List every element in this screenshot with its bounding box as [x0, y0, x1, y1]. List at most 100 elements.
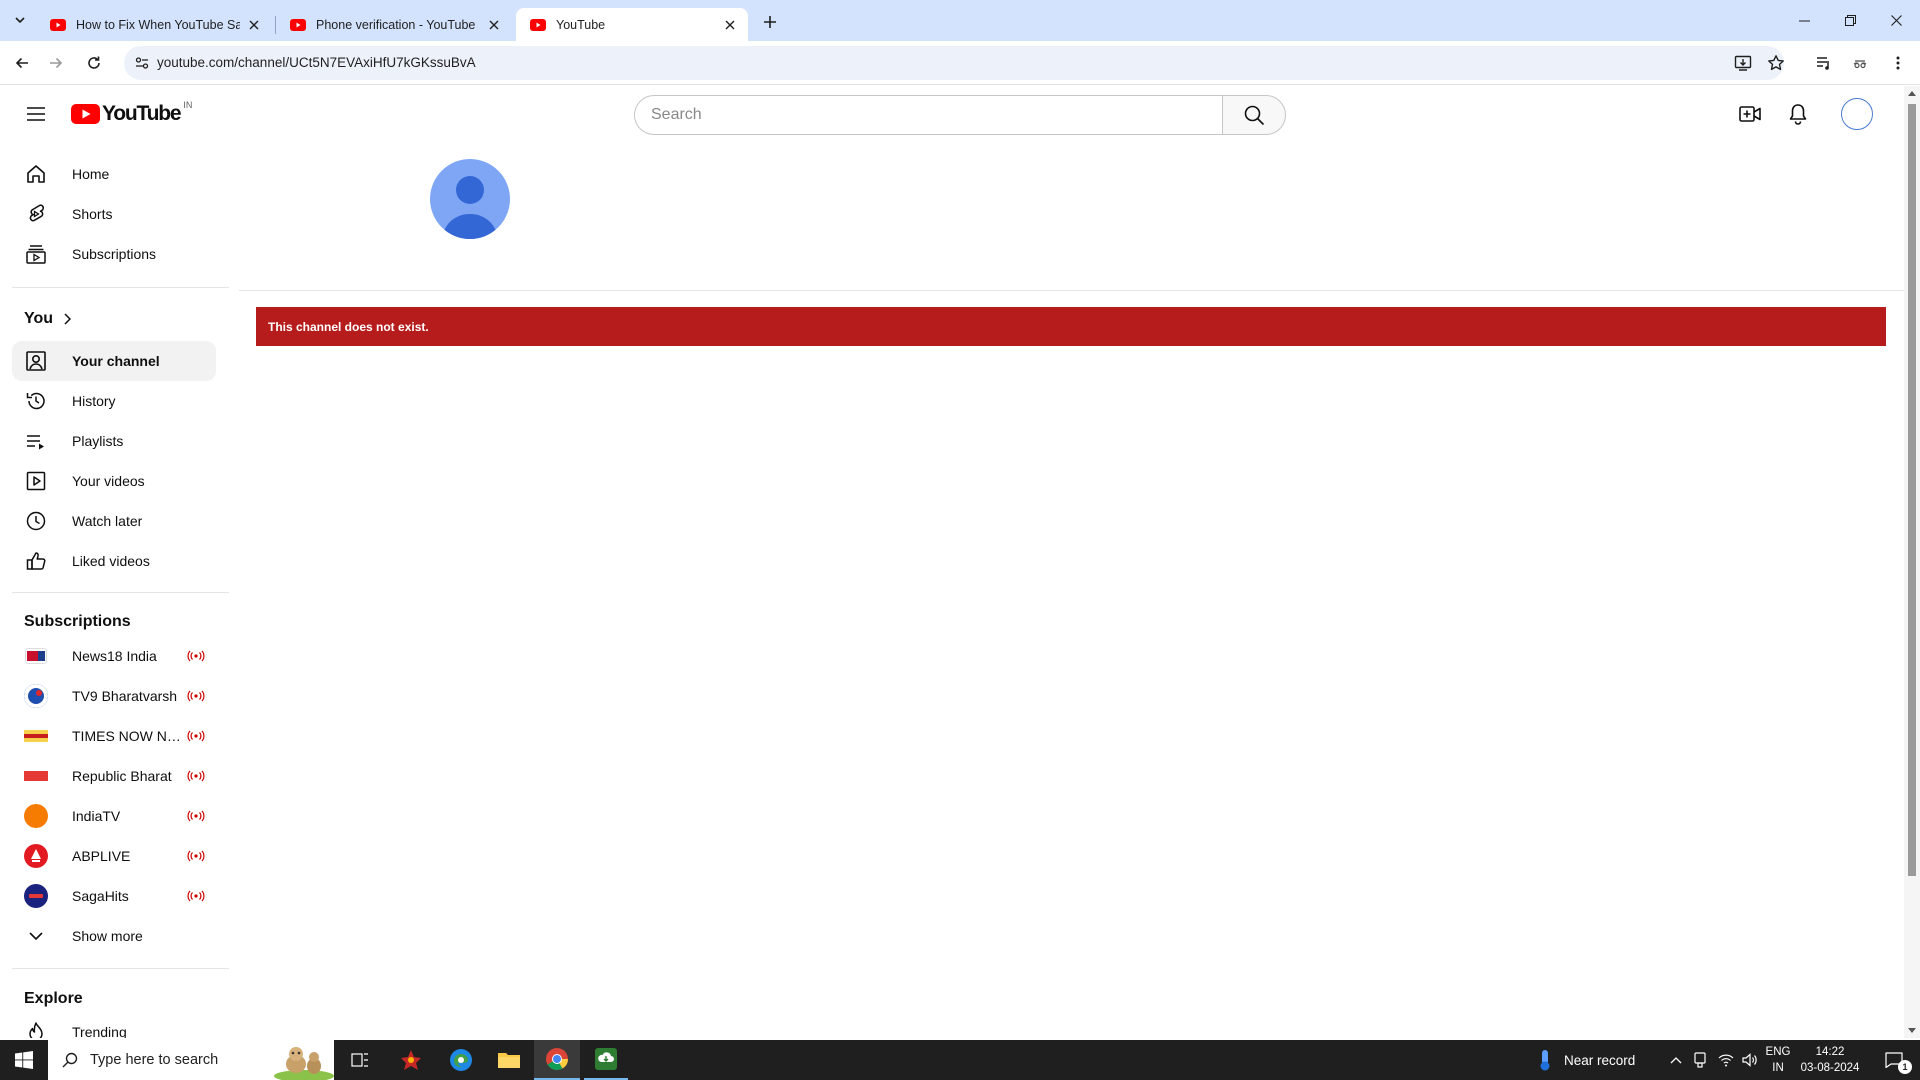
taskbar-app-file-explorer[interactable] — [488, 1040, 530, 1080]
chevron-down-icon — [24, 924, 48, 948]
volume-button[interactable] — [1738, 1040, 1762, 1080]
close-tab-icon[interactable] — [722, 17, 738, 33]
tray-device-icon-button[interactable] — [1688, 1040, 1712, 1080]
task-view-icon — [351, 1053, 368, 1067]
show-hidden-icons-button[interactable] — [1664, 1040, 1688, 1080]
reload-icon — [88, 56, 100, 69]
bell-icon — [1789, 104, 1807, 125]
sidebar-subscription-sagahits[interactable]: SagaHits — [12, 876, 216, 916]
bookmark-star-icon[interactable] — [1764, 51, 1788, 75]
channel-header-divider — [239, 290, 1904, 291]
taskbar-search-box[interactable]: Type here to search — [48, 1040, 334, 1080]
you-section-title[interactable]: You — [24, 310, 72, 328]
times-now-channel-avatar — [24, 730, 48, 742]
search-input[interactable] — [651, 104, 1191, 126]
clock-time: 14:22 — [1815, 1046, 1845, 1058]
taskbar-clock[interactable]: 14:22 03-08-2024 — [1790, 1044, 1870, 1076]
sidebar-item-label: IndiaTV — [72, 808, 121, 824]
sidebar-subscription-times-now-navbharat[interactable]: TIMES NOW Navbharat — [12, 716, 216, 756]
forward-button[interactable] — [40, 47, 72, 79]
minimize-button[interactable] — [1781, 0, 1827, 40]
sidebar-item-label: Show more — [72, 928, 143, 944]
sidebar-subscription-news18-india[interactable]: News18 India — [12, 636, 216, 676]
new-tab-button[interactable] — [756, 8, 784, 36]
media-controls-button[interactable] — [1808, 47, 1840, 79]
sidebar-item-watch-later[interactable]: Watch later — [12, 501, 216, 541]
tab-search-button[interactable] — [8, 8, 32, 32]
sidebar-show-more[interactable]: Show more — [12, 916, 216, 956]
taskbar-app-download-manager[interactable] — [584, 1040, 628, 1080]
notifications-button[interactable] — [1778, 94, 1818, 134]
sidebar-item-label: Republic Bharat — [72, 768, 172, 784]
youtube-masthead: YouTube IN — [0, 86, 1904, 142]
page-scrollbar[interactable] — [1904, 86, 1920, 1038]
sidebar-item-trending[interactable]: Trending — [12, 1012, 216, 1038]
your-channel-icon — [24, 349, 48, 373]
youtube-logo[interactable]: YouTube IN — [71, 100, 192, 126]
sidebar-divider — [12, 968, 229, 969]
subscriptions-icon — [24, 242, 48, 266]
arrow-back-icon — [15, 57, 28, 69]
weather-text: Near record — [1564, 1052, 1636, 1068]
explore-section-title: Explore — [24, 990, 83, 1008]
language-code: ENG — [1765, 1046, 1791, 1058]
create-button[interactable] — [1730, 94, 1770, 134]
url-text[interactable]: youtube.com/channel/UCt5N7EVAxiHfU7kGKss… — [157, 55, 476, 70]
address-bar[interactable]: youtube.com/channel/UCt5N7EVAxiHfU7kGKss… — [124, 46, 1784, 80]
sidebar-item-label: Liked videos — [72, 553, 150, 569]
search-highlight-illustration-icon — [274, 1047, 334, 1080]
close-window-button[interactable] — [1873, 0, 1919, 40]
install-app-icon[interactable] — [1731, 51, 1755, 75]
arrow-forward-icon — [50, 57, 63, 69]
reload-button[interactable] — [78, 47, 110, 79]
search-icon — [1244, 105, 1265, 126]
browser-menu-button[interactable] — [1882, 47, 1914, 79]
restore-button[interactable] — [1827, 0, 1873, 40]
live-indicator-icon — [187, 850, 205, 862]
plus-icon — [764, 16, 776, 28]
playlists-icon — [24, 429, 48, 453]
browser-tab-1[interactable]: How to Fix When YouTube Says — [36, 8, 272, 41]
profile-button[interactable] — [1844, 47, 1876, 79]
input-language-indicator[interactable]: ENG IN — [1764, 1044, 1792, 1076]
incognito-like-profile-icon — [1853, 60, 1867, 69]
sidebar-item-playlists[interactable]: Playlists — [12, 421, 216, 461]
guide-menu-button[interactable] — [16, 94, 56, 134]
site-info-icon[interactable] — [130, 51, 154, 75]
task-view-button[interactable] — [340, 1040, 380, 1080]
sidebar-item-liked-videos[interactable]: Liked videos — [12, 541, 216, 581]
your-videos-icon — [24, 469, 48, 493]
browser-tab-2[interactable]: Phone verification - YouTube — [276, 8, 512, 41]
sidebar-item-your-channel[interactable]: Your channel — [12, 341, 216, 381]
back-button[interactable] — [6, 47, 38, 79]
browser-tab-3-active[interactable]: YouTube — [516, 8, 748, 41]
scrollbar-thumb[interactable] — [1908, 104, 1916, 876]
restore-icon — [1844, 14, 1856, 26]
game-app-icon — [401, 1050, 421, 1070]
sidebar-subscription-indiatv[interactable]: IndiaTV — [12, 796, 216, 836]
close-tab-icon[interactable] — [486, 17, 502, 33]
tab-title: YouTube — [556, 17, 606, 32]
taskbar-app-game[interactable] — [390, 1040, 432, 1080]
sidebar-item-label: News18 India — [72, 648, 157, 664]
taskbar-app-edge[interactable] — [440, 1040, 482, 1080]
sidebar-subscription-tv9-bharatvarsh[interactable]: TV9 Bharatvarsh — [12, 676, 216, 716]
network-button[interactable] — [1714, 1040, 1738, 1080]
sidebar-item-home[interactable]: Home — [12, 154, 216, 194]
account-avatar-button[interactable] — [1841, 98, 1873, 130]
sidebar-item-subscriptions[interactable]: Subscriptions — [12, 234, 216, 274]
search-button[interactable] — [1222, 95, 1286, 135]
search-box[interactable] — [634, 95, 1223, 135]
history-icon — [24, 389, 48, 413]
chevron-up-icon — [1670, 1057, 1682, 1064]
sidebar-subscription-republic-bharat[interactable]: Republic Bharat — [12, 756, 216, 796]
notification-center-button[interactable]: 1 — [1874, 1040, 1914, 1080]
shorts-icon — [24, 202, 48, 226]
sidebar-item-shorts[interactable]: Shorts — [12, 194, 216, 234]
sidebar-item-your-videos[interactable]: Your videos — [12, 461, 216, 501]
sidebar-subscription-abplive[interactable]: ABPLIVE — [12, 836, 216, 876]
close-tab-icon[interactable] — [246, 17, 262, 33]
taskbar-app-chrome-active[interactable] — [534, 1040, 580, 1080]
start-button[interactable] — [0, 1040, 48, 1080]
sidebar-item-history[interactable]: History — [12, 381, 216, 421]
